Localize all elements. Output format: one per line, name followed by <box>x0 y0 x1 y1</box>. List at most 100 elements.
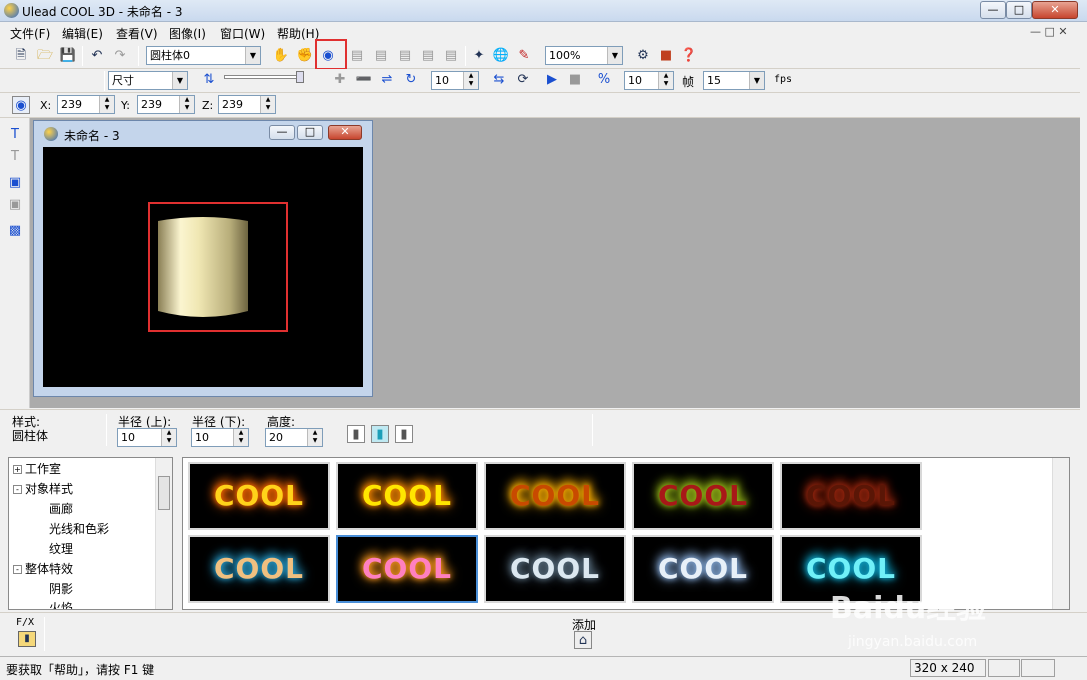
repeat-icon[interactable]: ⟳ <box>514 71 532 89</box>
frame-input[interactable]: 10 ▲ ▼ <box>431 71 479 90</box>
close-button[interactable]: ✕ <box>1032 1 1078 19</box>
reverse-icon[interactable]: ⇌ <box>378 71 396 89</box>
keyframe-arrows-icon[interactable]: ⇅ <box>200 71 218 89</box>
rotate-hand-icon[interactable]: ✋ <box>272 47 290 65</box>
tree-item-gallery[interactable]: 画廊 <box>49 500 73 517</box>
z-value: 239 <box>222 98 243 111</box>
spin-buttons[interactable]: ▲ ▼ <box>179 96 194 113</box>
geometry-icon[interactable]: ▩ <box>6 222 24 240</box>
cylinder-option-1-icon[interactable]: ▮ <box>347 425 365 443</box>
gallery-thumbnail[interactable]: COOL <box>484 462 626 530</box>
spin-buttons[interactable]: ▲ ▼ <box>658 72 673 89</box>
gallery-thumbnail[interactable]: COOL <box>780 462 922 530</box>
percent-icon[interactable]: % <box>595 71 613 89</box>
spin-buttons[interactable]: ▲ ▼ <box>99 96 114 113</box>
expand-icon[interactable]: + <box>13 465 22 474</box>
move-hand-icon[interactable]: ✊ <box>296 47 314 65</box>
attribute-select[interactable]: 尺寸 ▼ <box>108 71 188 90</box>
remove-keyframe-icon[interactable]: ➖ <box>355 71 373 89</box>
collapse-icon[interactable]: - <box>13 485 22 494</box>
tree-item-studio[interactable]: + 工作室 <box>13 460 61 477</box>
zoom-select[interactable]: 100% ▼ <box>545 46 623 65</box>
tree-item-shadow[interactable]: 阴影 <box>49 580 73 597</box>
tree-item-object-style[interactable]: - 对象样式 <box>13 480 73 497</box>
menu-image[interactable]: 图像(I) <box>169 25 206 42</box>
doc-maximize-button[interactable]: □ <box>297 125 323 140</box>
spin-buttons[interactable]: ▲ ▼ <box>463 72 478 89</box>
object-select[interactable]: 圆柱体0 ▼ <box>146 46 261 65</box>
gallery-thumbnail[interactable]: COOL <box>336 462 478 530</box>
menu-help[interactable]: 帮助(H) <box>277 25 319 42</box>
play-icon[interactable]: ▶ <box>543 71 561 89</box>
undo-icon[interactable]: ↶ <box>88 47 106 65</box>
shape-tool-icon[interactable]: ▣ <box>6 174 24 192</box>
effect-icon[interactable]: ✦ <box>470 47 488 65</box>
gallery-thumbnail[interactable]: COOL <box>188 462 330 530</box>
tree-item-global-effects[interactable]: - 整体特效 <box>13 560 73 577</box>
slider-thumb[interactable] <box>296 71 304 83</box>
spin-buttons[interactable]: ▲ ▼ <box>233 429 248 446</box>
shape-edit-icon[interactable]: ▣ <box>6 196 24 214</box>
fps-select[interactable]: 15 ▼ <box>703 71 765 90</box>
gallery-thumbnail[interactable]: COOL <box>632 462 774 530</box>
redo-icon[interactable]: ↷ <box>111 47 129 65</box>
layer-icon-2[interactable]: ▤ <box>372 47 390 65</box>
add-button[interactable]: ⌂ <box>574 631 592 649</box>
stop-icon[interactable]: ■ <box>566 71 584 89</box>
tree-item-light-color[interactable]: 光线和色彩 <box>49 520 109 537</box>
scroll-thumb[interactable] <box>158 476 170 510</box>
spin-buttons[interactable]: ▲ ▼ <box>161 429 176 446</box>
layer-icon-3[interactable]: ▤ <box>396 47 414 65</box>
x-value: 239 <box>61 98 82 111</box>
add-keyframe-icon[interactable]: ✚ <box>331 71 349 89</box>
y-input[interactable]: 239 ▲ ▼ <box>137 95 195 114</box>
save-icon[interactable]: 💾 <box>59 47 77 65</box>
menu-edit[interactable]: 编辑(E) <box>62 25 103 42</box>
frame-count-input[interactable]: 10 ▲ ▼ <box>624 71 674 90</box>
spin-buttons[interactable]: ▲ ▼ <box>260 96 275 113</box>
x-input[interactable]: 239 ▲ ▼ <box>57 95 115 114</box>
watermark-logo: Baidu经验 <box>830 591 987 626</box>
new-file-icon[interactable]: 🗎 <box>12 47 30 65</box>
gallery-thumbnail[interactable]: COOL <box>188 535 330 603</box>
object-center-icon[interactable]: ◉ <box>12 96 30 114</box>
text-edit-icon[interactable]: T <box>6 148 24 166</box>
minimize-button[interactable]: — <box>980 1 1006 19</box>
watermark-url: jingyan.baidu.com <box>848 634 978 650</box>
globe-icon[interactable]: 🌐 <box>492 47 510 65</box>
chart-icon[interactable]: ✎ <box>515 47 533 65</box>
z-input[interactable]: 239 ▲ ▼ <box>218 95 276 114</box>
tree-item-texture[interactable]: 纹理 <box>49 540 73 557</box>
gallery-thumbnail[interactable]: COOL <box>484 535 626 603</box>
ping-pong-icon[interactable]: ⇆ <box>490 71 508 89</box>
export-icon[interactable]: ⚙ <box>634 47 652 65</box>
fx-button[interactable]: ▮ <box>18 631 36 647</box>
loop-icon[interactable]: ↻ <box>402 71 420 89</box>
gallery-thumbnail[interactable]: COOL <box>632 535 774 603</box>
layer-icon-5[interactable]: ▤ <box>442 47 460 65</box>
cylinder-option-3-icon[interactable]: ▮ <box>395 425 413 443</box>
layer-icon-4[interactable]: ▤ <box>419 47 437 65</box>
menu-view[interactable]: 查看(V) <box>116 25 158 42</box>
text-tool-icon[interactable]: T <box>6 126 24 144</box>
radius-bottom-input[interactable]: 10 ▲ ▼ <box>191 428 249 447</box>
gallery-scrollbar[interactable] <box>1052 458 1069 609</box>
radius-top-input[interactable]: 10 ▲ ▼ <box>117 428 177 447</box>
menu-file[interactable]: 文件(F) <box>10 25 50 42</box>
tree-scrollbar[interactable] <box>155 458 172 609</box>
help-pointer-icon[interactable]: ❓ <box>680 47 698 65</box>
color-icon[interactable]: ■ <box>657 47 675 65</box>
height-input[interactable]: 20 ▲ ▼ <box>265 428 323 447</box>
gallery-thumbnail[interactable]: COOL <box>336 535 478 603</box>
doc-close-button[interactable]: ✕ <box>328 125 362 140</box>
spin-buttons[interactable]: ▲ ▼ <box>307 429 322 446</box>
menu-window[interactable]: 窗口(W) <box>220 25 265 42</box>
open-folder-icon[interactable]: 🗁 <box>36 47 54 65</box>
doc-minimize-button[interactable]: — <box>269 125 295 140</box>
timeline-slider[interactable] <box>224 71 306 89</box>
cylinder-option-2-icon[interactable]: ▮ <box>371 425 389 443</box>
collapse-icon[interactable]: - <box>13 565 22 574</box>
tree-item-fire[interactable]: 火焰 <box>49 599 73 609</box>
layer-icon-1[interactable]: ▤ <box>348 47 366 65</box>
maximize-button[interactable]: □ <box>1006 1 1032 19</box>
